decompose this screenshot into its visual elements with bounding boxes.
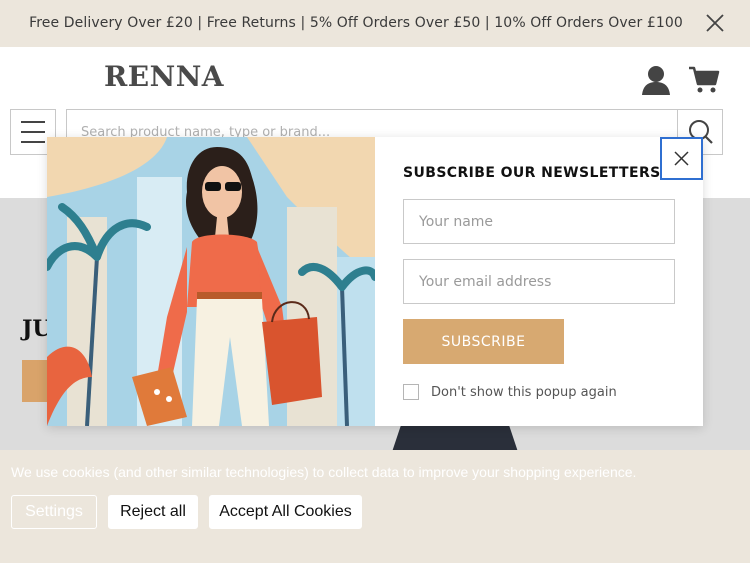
dont-show-checkbox[interactable]: [403, 384, 419, 400]
email-field[interactable]: [403, 259, 675, 304]
name-field[interactable]: [403, 199, 675, 244]
close-icon[interactable]: [703, 11, 727, 35]
reject-all-button[interactable]: Reject all: [108, 495, 198, 529]
cookie-text: We use cookies (and other similar techno…: [11, 464, 637, 480]
user-icon[interactable]: [640, 64, 672, 96]
modal-title: SUBSCRIBE OUR NEWSLETTERS: [403, 165, 661, 181]
dont-show-label: Don't show this popup again: [431, 384, 617, 400]
subscribe-button[interactable]: SUBSCRIBE: [403, 319, 564, 364]
announcement-bar: Free Delivery Over £20 | Free Returns | …: [0, 0, 750, 47]
modal-close-button[interactable]: [660, 137, 703, 180]
logo[interactable]: RENNA: [104, 60, 224, 93]
cookie-banner: We use cookies (and other similar techno…: [0, 450, 750, 563]
accept-all-cookies-button[interactable]: Accept All Cookies: [209, 495, 362, 529]
announcement-text: Free Delivery Over £20 | Free Returns | …: [29, 15, 683, 31]
close-icon: [674, 151, 689, 166]
cart-icon[interactable]: [688, 66, 720, 94]
dont-show-row: Don't show this popup again: [403, 384, 617, 400]
newsletter-modal: SUBSCRIBE OUR NEWSLETTERS SUBSCRIBE Don'…: [47, 137, 703, 426]
cookie-settings-button[interactable]: Settings: [11, 495, 97, 529]
fashion-illustration: [47, 137, 375, 426]
